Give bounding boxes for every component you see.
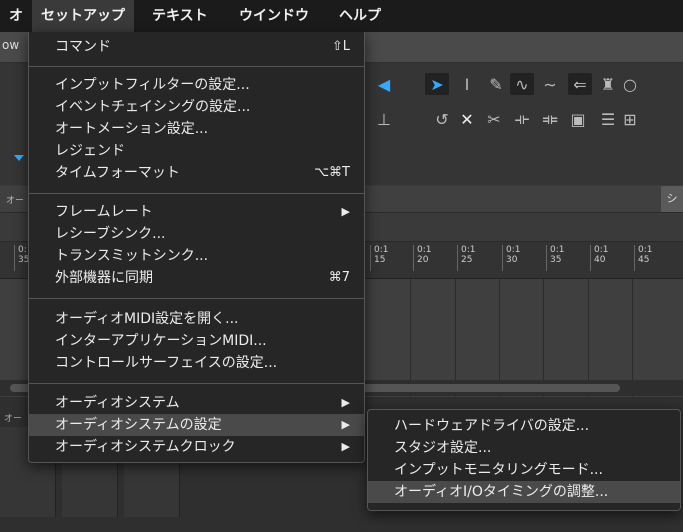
submenu-item-audio-io-timing[interactable]: オーディオI/Oタイミングの調整... [368,481,680,503]
menu-setup[interactable]: セットアップ [32,0,134,32]
split-icon[interactable]: ⟛ [510,108,534,130]
back-arrow-tool-icon[interactable]: ⇐ [568,73,592,95]
menu-item-control-surface[interactable]: コントロールサーフェイスの設定... [29,352,364,374]
brush-tool-icon[interactable]: ♜ [596,73,620,95]
menu-item-label: コントロールサーフェイスの設定... [55,355,278,371]
track-header-label: オー [6,196,25,206]
menu-text[interactable]: テキスト [143,0,217,32]
menu-item-label: オーディオシステム [55,395,180,411]
submenu-arrow-icon: ▶ [341,418,350,431]
edit-tool-icon[interactable]: ⊥ [372,108,396,130]
menu-item-label: インプットフィルターの設定... [55,77,250,93]
menu-item-audio-midi-setup[interactable]: オーディオMIDI設定を開く... [29,308,364,330]
menu-item-label: レジェンド [55,143,125,159]
window-toolbar-label: ow [2,38,20,52]
ruler-tick: 0:1 30 [502,245,520,271]
menu-item-label: インターアプリケーションMIDI... [55,333,267,349]
submenu-arrow-icon: ▶ [341,440,350,453]
delete-icon[interactable]: ✕ [455,108,479,130]
menu-item-frame-rate[interactable]: フレームレート ▶ [29,201,364,223]
menu-item-label: オーディオI/Oタイミングの調整... [394,484,609,500]
ruler-tick: 0:1 35 [546,245,564,271]
wave-tool-icon[interactable]: ∿ [510,73,534,95]
scissors-icon[interactable]: ✂ [482,108,506,130]
ruler-tick: 0:1 25 [457,245,475,271]
ruler-tick: 0:1 40 [590,245,608,271]
menu-item-label: オーディオシステムの設定 [55,417,222,433]
ruler-tick: 0:1 15 [370,245,388,271]
menu-item-label: オーディオMIDI設定を開く... [55,311,239,327]
menu-item-label: フレームレート [55,204,153,220]
menu-item-automation[interactable]: オートメーション設定... [29,118,364,140]
frame-icon[interactable]: ▣ [566,108,590,130]
join-icon[interactable]: ⟚ [538,108,562,130]
menu-item-transmit-sync[interactable]: トランスミットシンク... [29,245,364,267]
zoom-tool-icon[interactable]: ○ [618,73,642,95]
menu-item-label: ハードウェアドライバの設定... [394,418,590,434]
undo-icon[interactable]: ↺ [430,108,454,130]
arrow-tool-icon[interactable]: ➤ [425,73,449,95]
menu-item-legend[interactable]: レジェンド [29,140,364,162]
menu-bar: オ セットアップ テキスト ウインドウ ヘルプ [0,0,683,32]
dropdown-triangle-icon[interactable] [14,155,24,161]
menu-item-inter-app-midi[interactable]: インターアプリケーションMIDI... [29,330,364,352]
menu-item-audio-system-settings[interactable]: オーディオシステムの設定 ▶ [29,414,364,436]
audio-settings-submenu: ハードウェアドライバの設定... スタジオ設定... インプットモニタリングモー… [367,409,681,511]
submenu-item-input-monitoring-mode[interactable]: インプットモニタリングモード... [368,459,680,481]
menu-item-label: コマンド [55,39,111,55]
menu-item-commands[interactable]: コマンド ⇧L [29,36,364,58]
menu-item-label: トランスミットシンク... [55,248,209,264]
shortcut-label: ⌥⌘T [314,165,350,180]
menu-separator [29,298,364,299]
submenu-item-hardware-driver[interactable]: ハードウェアドライバの設定... [368,415,680,437]
submenu-arrow-icon: ▶ [341,205,350,218]
ruler-tick: 0:1 20 [413,245,431,271]
menu-separator [29,66,364,67]
speaker-icon[interactable]: ◀ [372,73,396,95]
menu-item-label: タイムフォーマット [55,165,180,181]
menu-item-audio-system-clock[interactable]: オーディオシステムクロック ▶ [29,436,364,458]
ibeam-tool-icon[interactable]: I [455,73,479,95]
menu-separator [29,193,364,194]
menu-item-input-filter[interactable]: インプットフィルターの設定... [29,74,364,96]
stack-icon[interactable]: ☰ [596,108,620,130]
pencil-tool-icon[interactable]: ✎ [484,73,508,95]
submenu-item-studio-settings[interactable]: スタジオ設定... [368,437,680,459]
menu-item-time-format[interactable]: タイムフォーマット ⌥⌘T [29,162,364,184]
menu-window[interactable]: ウインドウ [230,0,318,32]
menu-item-label: スタジオ設定... [394,440,492,456]
menu-separator [29,383,364,384]
menu-item-label: オーディオシステムクロック [55,439,236,455]
shortcut-label: ⇧L [331,39,350,54]
menu-help[interactable]: ヘルプ [330,0,390,32]
menu-item-label: インプットモニタリングモード... [394,462,603,478]
menu-item-sync-external[interactable]: 外部機器に同期 ⌘7 [29,267,364,289]
menu-item-label: オートメーション設定... [55,121,209,137]
submenu-arrow-icon: ▶ [341,396,350,409]
menu-item-label: 外部機器に同期 [55,270,153,286]
menu-item-event-chasing[interactable]: イベントチェイシングの設定... [29,96,364,118]
side-tab[interactable]: シ [661,186,683,212]
menu-item-audio-system[interactable]: オーディオシステム ▶ [29,392,364,414]
setup-menu: コマンド ⇧L インプットフィルターの設定... イベントチェイシングの設定..… [28,32,365,463]
grid-icon[interactable]: ⊞ [618,108,642,130]
ruler-tick: 0:1 45 [634,245,652,271]
menu-item-label: レシーブシンク... [55,226,166,242]
shortcut-label: ⌘7 [328,270,350,285]
menu-audio-partial[interactable]: オ [0,0,32,32]
menu-item-receive-sync[interactable]: レシーブシンク... [29,223,364,245]
mixer-label: オー [4,414,23,424]
menu-item-label: イベントチェイシングの設定... [55,99,251,115]
curve-tool-icon[interactable]: ∼ [538,73,562,95]
